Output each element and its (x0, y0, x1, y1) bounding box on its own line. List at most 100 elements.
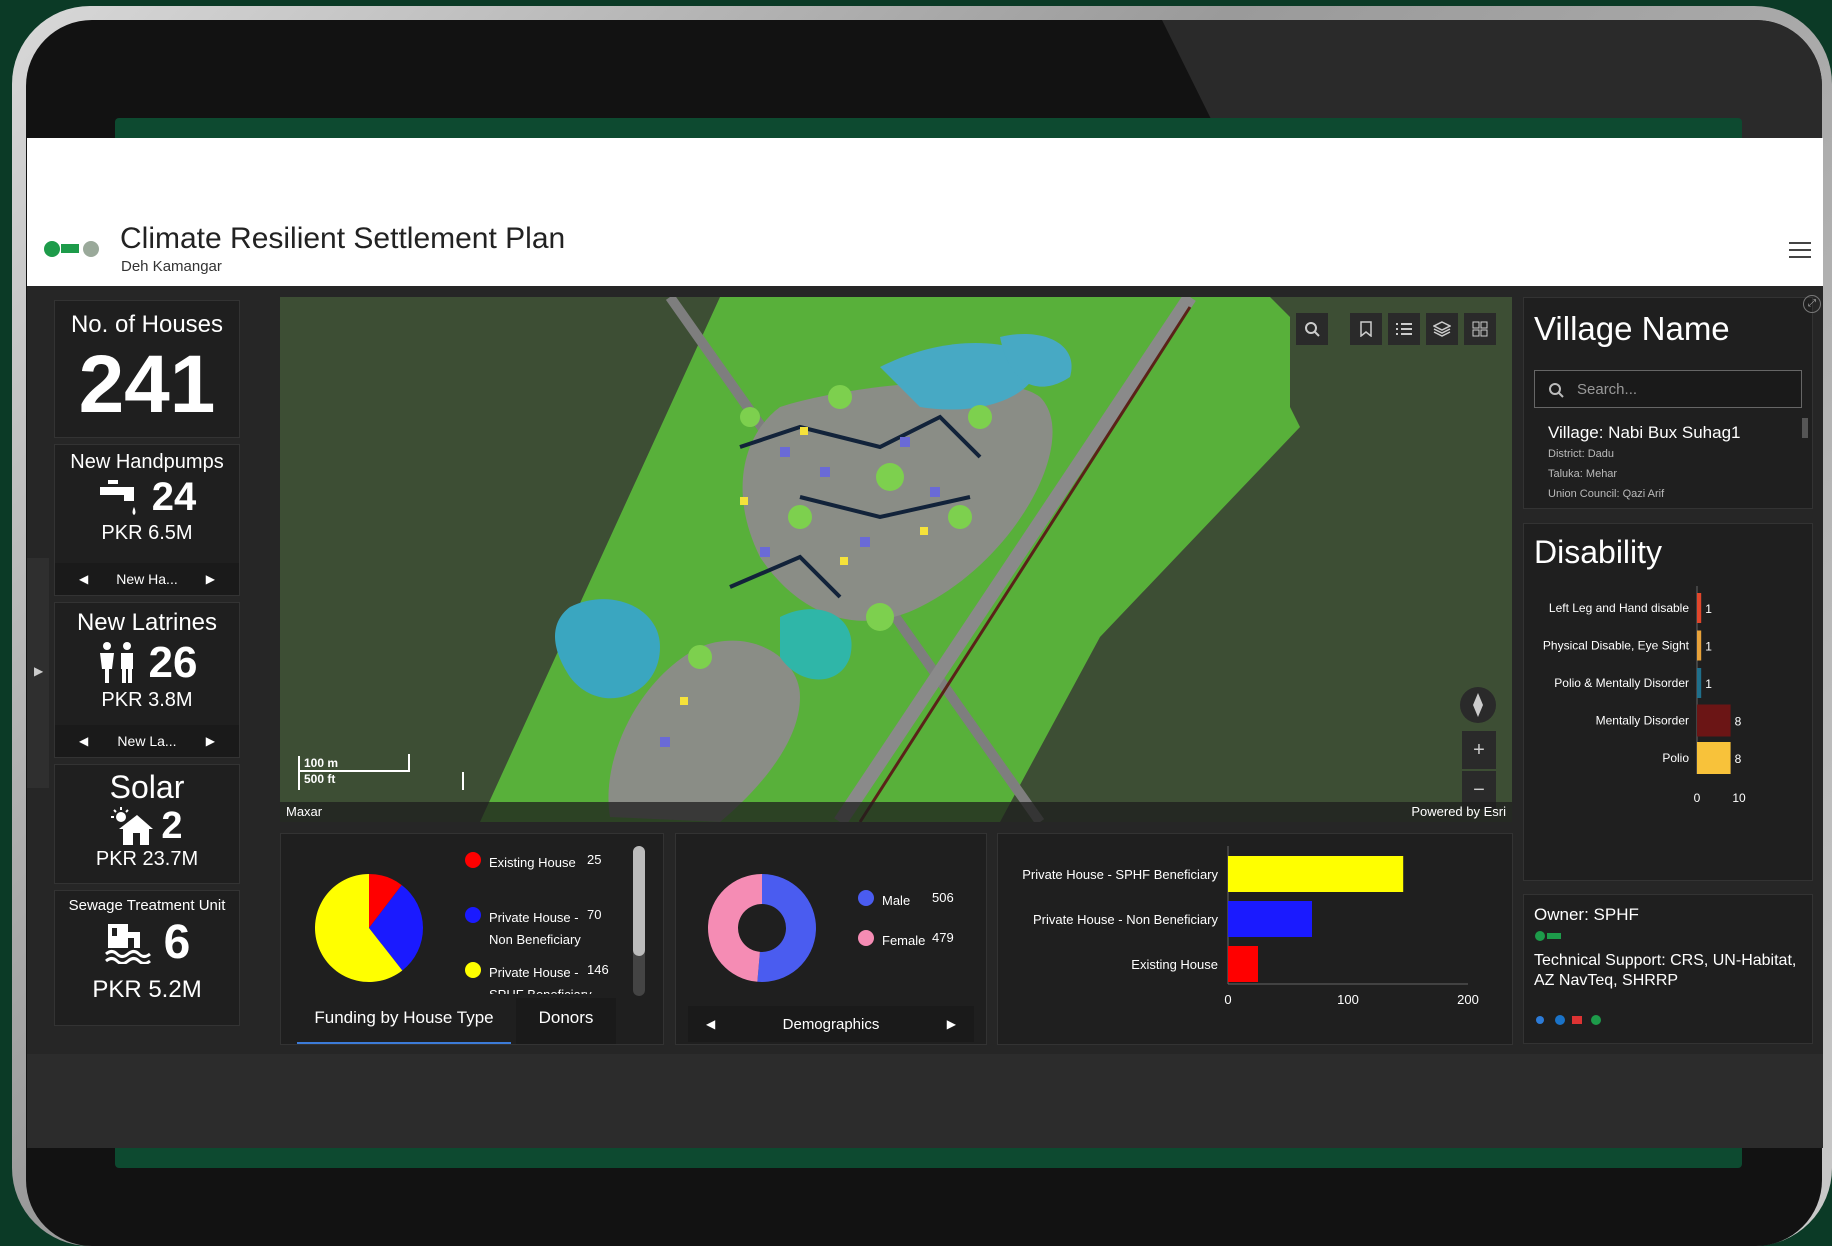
dashboard-screen: Climate Resilient Settlement Plan Deh Ka… (27, 138, 1823, 1148)
village-taluka: Taluka: Mehar (1548, 468, 1618, 480)
village-district: District: Dadu (1548, 448, 1615, 460)
previous-arrow-icon[interactable]: ◀ (706, 1017, 715, 1031)
funding-legend-scrollbar[interactable] (633, 846, 645, 996)
funding-legend: Existing House 25 Private House - Non Bene… (281, 834, 631, 994)
search-icon (1549, 383, 1564, 398)
disability-category-label: Mentally Disorder (1596, 714, 1689, 728)
owner-panel: Owner: SPHF Technical Support: CRS, UN-H… (1523, 894, 1813, 1044)
houses-card: No. of Houses 241 (54, 300, 240, 438)
page-subtitle: Deh Kamangar (121, 258, 222, 275)
scale-feet: 500 ft (304, 772, 336, 786)
village-panel-title: Village Name (1534, 310, 1730, 347)
chevron-right-icon: ▶ (34, 664, 44, 678)
tab-funding-by-house-type[interactable]: Funding by House Type (297, 998, 511, 1044)
sewage-icon (104, 924, 151, 964)
house-x-tick: 0 (1224, 992, 1231, 1007)
technical-support-text: Technical Support: CRS, UN-Habitat, AZ N… (1534, 952, 1797, 989)
restroom-icon (99, 642, 133, 683)
zoom-in-button[interactable]: + (1462, 731, 1496, 769)
bookmark-icon[interactable] (1350, 313, 1382, 345)
legend-value: 25 (587, 852, 602, 867)
next-arrow-icon[interactable]: ▶ (206, 572, 215, 586)
tab-donors[interactable]: Donors (516, 998, 616, 1044)
disability-bar (1697, 704, 1731, 737)
disability-x-tick: 0 (1694, 791, 1701, 805)
partner-logos (1536, 1015, 1601, 1025)
previous-arrow-icon[interactable]: ◀ (79, 734, 88, 748)
scale-bar: 100 m 500 ft (298, 754, 464, 790)
village-name[interactable]: Village: Nabi Bux Suhag1 (1548, 423, 1741, 443)
imagery-credit: Maxar (286, 804, 323, 819)
solar-value: 2 (161, 804, 183, 847)
legend-value: 70 (587, 907, 602, 922)
donut-slice (708, 874, 762, 982)
demographics-panel: Male 506 Female 479 ◀ Demographics ▶ (675, 833, 987, 1045)
water-tap-icon (99, 480, 136, 515)
expand-icon[interactable]: ⤢ (1803, 295, 1821, 313)
disability-x-tick: 10 (1732, 791, 1746, 805)
handpumps-card: New Handpumps 24 PKR 6.5M ◀ New Ha... ▶ (54, 444, 240, 596)
next-arrow-icon[interactable]: ▶ (206, 734, 215, 748)
latrines-cost: PKR 3.8M (101, 689, 193, 711)
handpumps-value: 24 (151, 474, 197, 519)
village-list-scrollbar[interactable] (1802, 418, 1808, 438)
house-bar (1228, 901, 1312, 937)
basemap-gallery-icon[interactable] (1464, 313, 1496, 345)
legend-label[interactable]: Private House - SPHF Beneficiary (489, 962, 595, 994)
solar-house-icon (111, 807, 154, 845)
previous-arrow-icon[interactable]: ◀ (79, 572, 88, 586)
map-toolbar (1296, 313, 1496, 345)
map-view[interactable]: + − 100 m 500 ft Maxar Powered by Esri (280, 297, 1512, 822)
sewage-cost: PKR 5.2M (92, 976, 202, 1003)
scale-meters: 100 m (304, 756, 339, 770)
page-title: Climate Resilient Settlement Plan (120, 222, 566, 255)
map-imagery (480, 297, 1300, 822)
owner-text: Owner: SPHF (1534, 905, 1639, 924)
handpumps-nav-label: New Ha... (116, 571, 178, 587)
house-x-tick: 200 (1457, 992, 1479, 1007)
legend-swatch (858, 890, 874, 906)
house-category-label: Existing House (1131, 957, 1218, 972)
handpumps-nav: ◀ New Ha... ▶ (55, 563, 239, 595)
map-search-icon[interactable] (1296, 313, 1328, 345)
house-type-bar-chart: Private House - SPHF Beneficiary Private … (1022, 846, 1479, 1007)
handpumps-cost: PKR 6.5M (101, 522, 193, 544)
disability-category-label: Polio & Mentally Disorder (1554, 676, 1689, 690)
layers-icon[interactable] (1426, 313, 1458, 345)
village-panel: Village Name Search... Village: Nabi Bux… (1523, 297, 1813, 509)
latrines-nav: ◀ New La... ▶ (55, 725, 239, 757)
latrines-nav-label: New La... (117, 733, 177, 749)
side-panel-toggle[interactable]: ▶ (27, 558, 49, 788)
latrines-value: 26 (148, 638, 198, 687)
legend-swatch (465, 852, 481, 868)
hamburger-menu-icon[interactable] (1789, 242, 1811, 260)
legend-swatch (465, 962, 481, 978)
legend-swatch (465, 907, 481, 923)
village-search-input[interactable]: Search... (1534, 370, 1802, 408)
latrines-card: New Latrines 26 PKR 3.8M ◀ New La... ▶ (54, 602, 240, 758)
house-category-label: Private House - Non Beneficiary (1033, 912, 1218, 927)
esri-credit[interactable]: Powered by Esri (1411, 804, 1506, 820)
disability-panel: Disability Left Leg and Hand disable 1 Phy… (1523, 523, 1813, 881)
legend-label[interactable]: Private House - Non Beneficiary (489, 907, 595, 951)
houses-value: 241 (78, 339, 216, 430)
sphf-small-logo (1535, 931, 1561, 941)
disability-value-label: 1 (1705, 602, 1712, 616)
village-union-council: Union Council: Qazi Arif (1548, 488, 1665, 500)
legend-list-icon[interactable] (1388, 313, 1420, 345)
footer-strip (27, 1054, 1823, 1148)
house-bar (1228, 946, 1258, 982)
next-arrow-icon[interactable]: ▶ (947, 1017, 956, 1031)
solar-label: Solar (109, 769, 185, 805)
sewage-label: Sewage Treatment Unit (68, 897, 226, 914)
sewage-value: 6 (163, 915, 191, 969)
compass-icon[interactable] (1460, 687, 1496, 723)
legend-label[interactable]: Existing House (489, 852, 595, 874)
house-category-label: Private House - SPHF Beneficiary (1022, 867, 1218, 882)
solar-cost: PKR 23.7M (95, 848, 199, 870)
sphf-logo (44, 241, 99, 257)
demographics-nav-label: Demographics (782, 1015, 880, 1033)
map-attribution: Maxar Powered by Esri (280, 802, 1512, 822)
handpumps-label: New Handpumps (70, 451, 224, 473)
disability-category-label: Left Leg and Hand disable (1549, 601, 1689, 615)
